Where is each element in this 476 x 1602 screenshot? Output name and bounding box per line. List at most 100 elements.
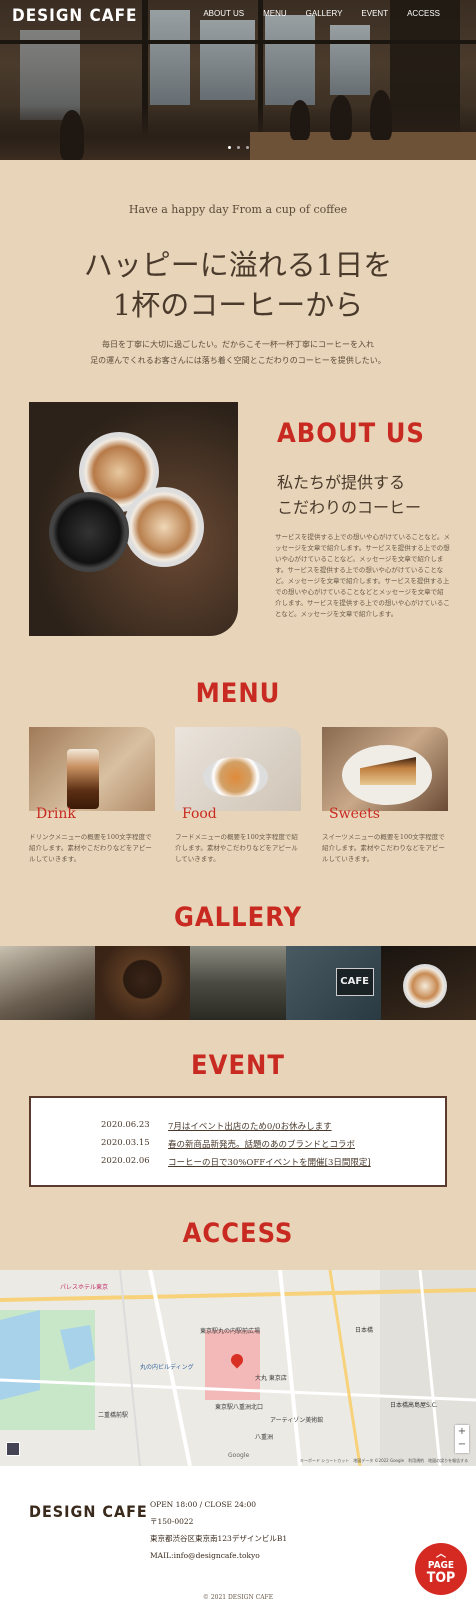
- footer-info: OPEN 18:00 / CLOSE 24:00 〒150-0022 東京都渋谷…: [150, 1496, 287, 1564]
- menu-title: MENU: [195, 678, 281, 709]
- cafe-sign: CAFE: [335, 968, 374, 996]
- slider-dot[interactable]: [228, 146, 231, 149]
- event-date: 2020.02.06: [101, 1156, 150, 1166]
- footer-address: 東京都渋谷区東京南123デザインビルB1: [150, 1534, 288, 1543]
- copyright: © 2021 DESIGN CAFE: [202, 1594, 274, 1601]
- site-logo[interactable]: DESIGN CAFE: [12, 6, 137, 26]
- person: [60, 110, 84, 160]
- nav-event[interactable]: EVENT: [361, 9, 388, 18]
- nav-about-us[interactable]: ABOUT US: [203, 9, 244, 18]
- google-map[interactable]: パレスホテル東京 丸の内ビルディング 東京駅丸の内駅前広場 東京駅八重洲北口 日…: [0, 1270, 476, 1466]
- event-link[interactable]: コーヒーの日で30%OFFイベントを開催[3日間限定]: [168, 1156, 371, 1168]
- window: [265, 15, 315, 105]
- zoom-out-icon[interactable]: −: [455, 1438, 469, 1451]
- footer-mail: MAIL:info@designcafe.tokyo: [150, 1551, 260, 1560]
- gallery-photo-latte-art[interactable]: [380, 946, 476, 1020]
- page-top-label: TOP: [426, 1570, 456, 1586]
- map-label: 大丸 東京店: [255, 1375, 287, 1382]
- footer-logo[interactable]: DESIGN CAFE: [29, 1502, 148, 1521]
- map-label: アーティゾン美術館: [270, 1417, 324, 1424]
- event-link[interactable]: 7月はイベント出店のため0/0お休みします: [168, 1120, 332, 1132]
- person: [290, 100, 310, 140]
- chevron-up-icon: ︿: [436, 1549, 446, 1560]
- menu-card-food[interactable]: Food フードメニューの概要を100文字程度で紹介します。素材やこだわりなどを…: [175, 727, 301, 865]
- footer-zip: 〒150-0022: [150, 1517, 194, 1526]
- slider-dots: [228, 146, 249, 149]
- gallery-photo-cafe-sign[interactable]: CAFE: [285, 946, 381, 1020]
- event-date: 2020.03.15: [101, 1138, 150, 1148]
- event-title: EVENT: [191, 1050, 285, 1081]
- latte-cup: [402, 964, 447, 1008]
- menu-name-drink: Drink: [36, 806, 76, 822]
- gallery-title: GALLERY: [173, 902, 303, 933]
- nav-gallery[interactable]: GALLERY: [306, 9, 343, 18]
- window: [330, 25, 370, 95]
- map-credit: キーボード ショートカット 地図データ ©2022 Google 利用規約 地図…: [300, 1458, 469, 1463]
- event-item: 2020.06.23 7月はイベント出店のため0/0お休みします: [101, 1120, 332, 1132]
- gallery-photo-shop[interactable]: [190, 946, 286, 1020]
- iced-coffee-glass: [67, 749, 99, 809]
- gallery-photo-coffee-beans[interactable]: [95, 946, 191, 1020]
- event-list: 2020.06.23 7月はイベント出店のため0/0お休みします 2020.03…: [29, 1096, 447, 1187]
- map-label: 日本橋高島屋S.C.: [390, 1402, 438, 1409]
- about-body: サービスを提供する上での想いや心がけていることなど。メッセージを文章で紹介します…: [275, 533, 450, 618]
- intro-line: 足の運んでくれるお客さんには落ち着く空間とこだわりのコーヒーを提供したい。: [90, 356, 386, 365]
- map-label: 丸の内ビルディング: [140, 1364, 194, 1371]
- intro-text: 毎日を丁寧に大切に過ごしたい。だからこそ一杯一杯丁寧にコーヒーを入れ 足の運んで…: [0, 337, 476, 369]
- tagline: Have a happy day From a cup of coffee: [128, 203, 348, 216]
- gallery-strip: CAFE: [0, 946, 476, 1020]
- about-subtitle-line: こだわりのコーヒー: [277, 498, 422, 517]
- map-label: 日本橋: [355, 1327, 374, 1334]
- person: [370, 90, 392, 140]
- map-label: 東京駅八重洲北口: [215, 1404, 264, 1411]
- menu-card-sweets[interactable]: Sweets スイーツメニューの概要を100文字程度で紹介します。素材やこだわり…: [322, 727, 448, 865]
- event-item: 2020.02.06 コーヒーの日で30%OFFイベントを開催[3日間限定]: [101, 1156, 371, 1168]
- menu-card-drink[interactable]: Drink ドリンクメニューの概要を100文字程度で紹介します。素材やこだわりな…: [29, 727, 155, 865]
- nav-menu[interactable]: MENU: [263, 9, 287, 18]
- person: [330, 95, 352, 140]
- about-title: ABOUT US: [277, 418, 425, 449]
- map-label: パレスホテル東京: [60, 1284, 109, 1291]
- map-label: 八重洲: [255, 1434, 274, 1441]
- about-subtitle: 私たちが提供する こだわりのコーヒー: [277, 470, 421, 520]
- counter: [250, 132, 476, 160]
- about-subtitle-line: 私たちが提供する: [277, 473, 406, 492]
- map-label: 二重橋前駅: [98, 1412, 129, 1419]
- map-zoom-controls: + −: [455, 1425, 469, 1453]
- hero-image: DESIGN CAFE ABOUT US MENU GALLERY EVENT …: [0, 0, 476, 160]
- black-cup: [49, 492, 129, 572]
- menu-name-food: Food: [182, 806, 217, 822]
- intro-line: 毎日を丁寧に大切に過ごしたい。だからこそ一杯一杯丁寧にコーヒーを入れ: [102, 340, 374, 349]
- food-photo: [175, 727, 301, 811]
- pasta-plate: [203, 757, 268, 797]
- menu-desc-sweets: スイーツメニューの概要を100文字程度で紹介します。素材やこだわりなどをアピール…: [322, 833, 445, 863]
- map-label: 東京駅丸の内駅前広場: [200, 1328, 261, 1335]
- main-nav: ABOUT US MENU GALLERY EVENT ACCESS: [203, 9, 440, 18]
- slider-dot[interactable]: [237, 146, 240, 149]
- access-title: ACCESS: [182, 1218, 294, 1249]
- google-logo: Google: [228, 1452, 250, 1459]
- event-date: 2020.06.23: [101, 1120, 150, 1130]
- zoom-in-icon[interactable]: +: [455, 1425, 469, 1438]
- menu-name-sweets: Sweets: [329, 806, 380, 822]
- map-satellite-thumb[interactable]: [6, 1442, 20, 1456]
- window: [150, 10, 190, 105]
- gallery-photo-cafe-interior[interactable]: [0, 946, 96, 1020]
- map-graphic: [0, 1270, 476, 1466]
- nav-access[interactable]: ACCESS: [407, 9, 440, 18]
- headline: ハッピーに溢れる1日を 1杯のコーヒーから: [0, 245, 476, 325]
- menu-desc-food: フードメニューの概要を100文字程度で紹介します。素材やこだわりなどをアピールし…: [175, 833, 298, 863]
- footer-hours: OPEN 18:00 / CLOSE 24:00: [150, 1500, 257, 1509]
- drink-photo: [29, 727, 155, 811]
- about-photo: [29, 402, 238, 636]
- headline-line: 1杯のコーヒーから: [112, 288, 364, 322]
- headline-line: ハッピーに溢れる1日を: [83, 248, 393, 282]
- event-link[interactable]: 春の新商品新発売。話題のあのブランドとコラボ: [168, 1138, 355, 1150]
- menu-desc-drink: ドリンクメニューの概要を100文字程度で紹介します。素材やこだわりなどをアピール…: [29, 833, 152, 863]
- latte-cup: [124, 487, 204, 567]
- window: [200, 20, 255, 100]
- page-top-button[interactable]: ︿ PAGE TOP: [415, 1543, 467, 1595]
- footer: DESIGN CAFE OPEN 18:00 / CLOSE 24:00 〒15…: [0, 1466, 476, 1602]
- sweets-photo: [322, 727, 448, 811]
- slider-dot[interactable]: [246, 146, 249, 149]
